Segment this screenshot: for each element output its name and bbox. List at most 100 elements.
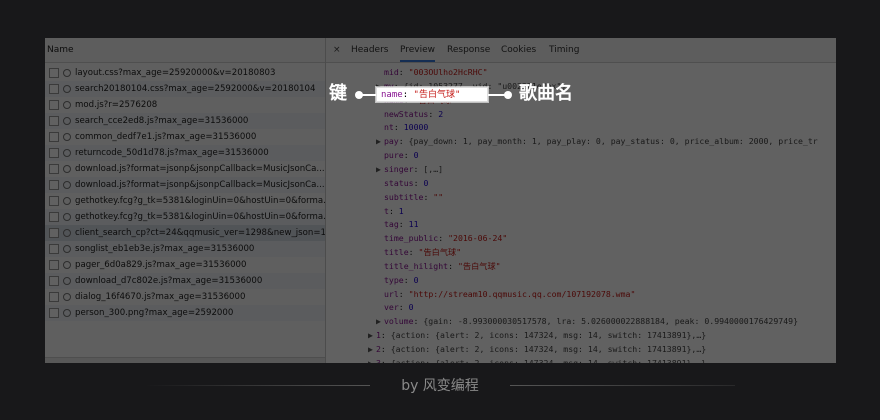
network-row[interactable]: gethotkey.fcg?g_tk=5381&loginUin=0&hostU… <box>45 193 325 209</box>
expand-triangle-icon[interactable]: ▶ <box>376 136 381 146</box>
json-key: mid <box>384 67 399 77</box>
json-line: mid: "003OUlho2HcRHC" <box>384 65 488 79</box>
name-column-header[interactable]: Name <box>45 38 325 63</box>
network-row[interactable]: gethotkey.fcg?g_tk=5381&loginUin=0&hostU… <box>45 209 325 225</box>
network-row[interactable]: download_d7c802e.js?max_age=31536000 <box>45 273 325 289</box>
json-key: singer <box>383 163 414 174</box>
json-sep: : <box>398 136 409 147</box>
network-row[interactable]: download.js?format=jsonp&jsonpCallback=M… <box>45 161 325 177</box>
json-value: 10000 <box>403 122 429 133</box>
request-icon <box>63 101 71 109</box>
json-value: "告白气球" <box>457 260 501 271</box>
expand-triangle-icon[interactable]: ▶ <box>368 330 373 340</box>
network-row[interactable]: search20180104.css?max_age=2592000&v=201… <box>45 81 325 97</box>
row-checkbox[interactable] <box>49 100 59 110</box>
row-checkbox[interactable] <box>49 68 59 78</box>
row-checkbox[interactable] <box>49 84 59 94</box>
network-row[interactable]: returncode_50d1d78.js?max_age=31536000 <box>45 145 325 161</box>
row-checkbox[interactable] <box>49 132 59 142</box>
json-sep: : <box>413 316 424 327</box>
expand-triangle-icon[interactable]: ▶ <box>376 316 381 326</box>
expand-triangle-icon[interactable]: ▶ <box>368 358 373 363</box>
expand-triangle-icon[interactable]: ▶ <box>376 164 381 174</box>
tab-response[interactable]: Response <box>447 38 490 62</box>
json-line[interactable]: ▶ pay: {pay_down: 1, pay_month: 1, pay_pl… <box>376 134 818 148</box>
json-value: "2016-06-24" <box>448 233 508 244</box>
row-checkbox[interactable] <box>49 180 59 190</box>
json-sep: : <box>408 247 419 258</box>
request-name: returncode_50d1d78.js?max_age=31536000 <box>75 148 269 158</box>
json-sep: : <box>388 205 399 216</box>
json-sep: : <box>438 233 449 244</box>
json-line[interactable]: ▶ 2: {action: {alert: 2, icons: 147324, m… <box>368 342 706 356</box>
json-line: time_public: "2016-06-24" <box>384 231 507 245</box>
request-name: search20180104.css?max_age=2592000&v=201… <box>75 84 316 94</box>
network-row[interactable]: common_dedf7e1.js?max_age=31536000 <box>45 129 325 145</box>
network-row[interactable]: download.js?format=jsonp&jsonpCallback=M… <box>45 177 325 193</box>
request-icon <box>63 229 71 237</box>
request-icon <box>63 117 71 125</box>
request-icon <box>63 213 71 221</box>
network-row[interactable]: mod.js?r=2576208 <box>45 97 325 113</box>
network-row[interactable]: dialog_16f4670.js?max_age=31536000 <box>45 289 325 305</box>
network-row[interactable]: layout.css?max_age=25920000&v=20180803 <box>45 65 325 81</box>
request-name: layout.css?max_age=25920000&v=20180803 <box>75 68 276 78</box>
right-connector-dot <box>504 91 512 99</box>
json-sep: : <box>413 163 424 174</box>
json-key: tag <box>384 219 399 230</box>
json-line[interactable]: ▶ volume: {gain: -8.993000030517578, lra:… <box>376 314 798 328</box>
network-row[interactable]: search_cce2ed8.js?max_age=31536000 <box>45 113 325 129</box>
json-key: pay <box>383 136 399 147</box>
row-checkbox[interactable] <box>49 212 59 222</box>
network-row[interactable]: pager_6d0a829.js?max_age=31536000 <box>45 257 325 273</box>
row-checkbox[interactable] <box>49 276 59 286</box>
json-value: "http://stream10.qqmusic.qq.com/10719207… <box>408 288 636 299</box>
json-line[interactable]: ▶ 1: {action: {alert: 2, icons: 147324, m… <box>368 328 706 342</box>
network-request-list: Name layout.css?max_age=25920000&v=20180… <box>45 38 326 363</box>
json-sep: : <box>380 357 391 363</box>
json-key: subtitle <box>384 191 424 202</box>
json-sep: : <box>380 344 391 354</box>
json-key: ver <box>384 302 399 313</box>
json-value: {action: {alert: 2, icons: 147324, msg: … <box>390 344 707 354</box>
json-line[interactable]: ▶ 3: {action: {alert: 2, icons: 147324, m… <box>368 356 706 363</box>
row-checkbox[interactable] <box>49 244 59 254</box>
row-checkbox[interactable] <box>49 228 59 238</box>
request-icon <box>63 133 71 141</box>
row-checkbox[interactable] <box>49 308 59 318</box>
request-name: download.js?format=jsonp&jsonpCallback=M… <box>75 164 325 174</box>
json-line: tag: 11 <box>384 217 419 231</box>
json-value: [,…] <box>423 163 444 174</box>
json-value: 1 <box>398 205 404 216</box>
row-checkbox[interactable] <box>49 116 59 126</box>
json-line: subtitle: "" <box>384 190 443 204</box>
row-checkbox[interactable] <box>49 164 59 174</box>
json-value: "告白气球" <box>418 247 462 258</box>
json-key: time_public <box>384 233 439 244</box>
row-checkbox[interactable] <box>49 260 59 270</box>
network-row[interactable]: person_300.png?max_age=2592000 <box>45 305 325 321</box>
footer-credit: by 风变编程 <box>401 378 479 394</box>
json-key: newStatus <box>384 108 429 119</box>
tab-cookies[interactable]: Cookies <box>501 38 536 62</box>
tab-preview[interactable]: Preview <box>400 38 436 62</box>
json-key: url <box>384 288 399 299</box>
tab-headers[interactable]: Headers <box>351 38 388 62</box>
json-value: {gain: -8.993000030517578, lra: 5.026000… <box>423 316 799 327</box>
json-line[interactable]: ▶ singer: [,…] <box>376 162 443 176</box>
row-checkbox[interactable] <box>49 196 59 206</box>
close-icon[interactable]: × <box>333 38 341 62</box>
tab-timing[interactable]: Timing <box>549 38 579 62</box>
json-key: status <box>384 177 414 188</box>
json-sep: : <box>403 150 414 161</box>
request-name: gethotkey.fcg?g_tk=5381&loginUin=0&hostU… <box>75 212 325 222</box>
request-icon <box>63 277 71 285</box>
expand-triangle-icon[interactable]: ▶ <box>368 344 373 354</box>
request-icon <box>63 197 71 205</box>
request-icon <box>63 309 71 317</box>
network-row[interactable]: client_search_cp?ct=24&qqmusic_ver=1298&… <box>45 225 325 241</box>
network-row[interactable]: songlist_eb1eb3e.js?max_age=31536000 <box>45 241 325 257</box>
row-checkbox[interactable] <box>49 148 59 158</box>
detail-tabs: × Headers Preview Response Cookies Timin… <box>326 38 836 63</box>
row-checkbox[interactable] <box>49 292 59 302</box>
